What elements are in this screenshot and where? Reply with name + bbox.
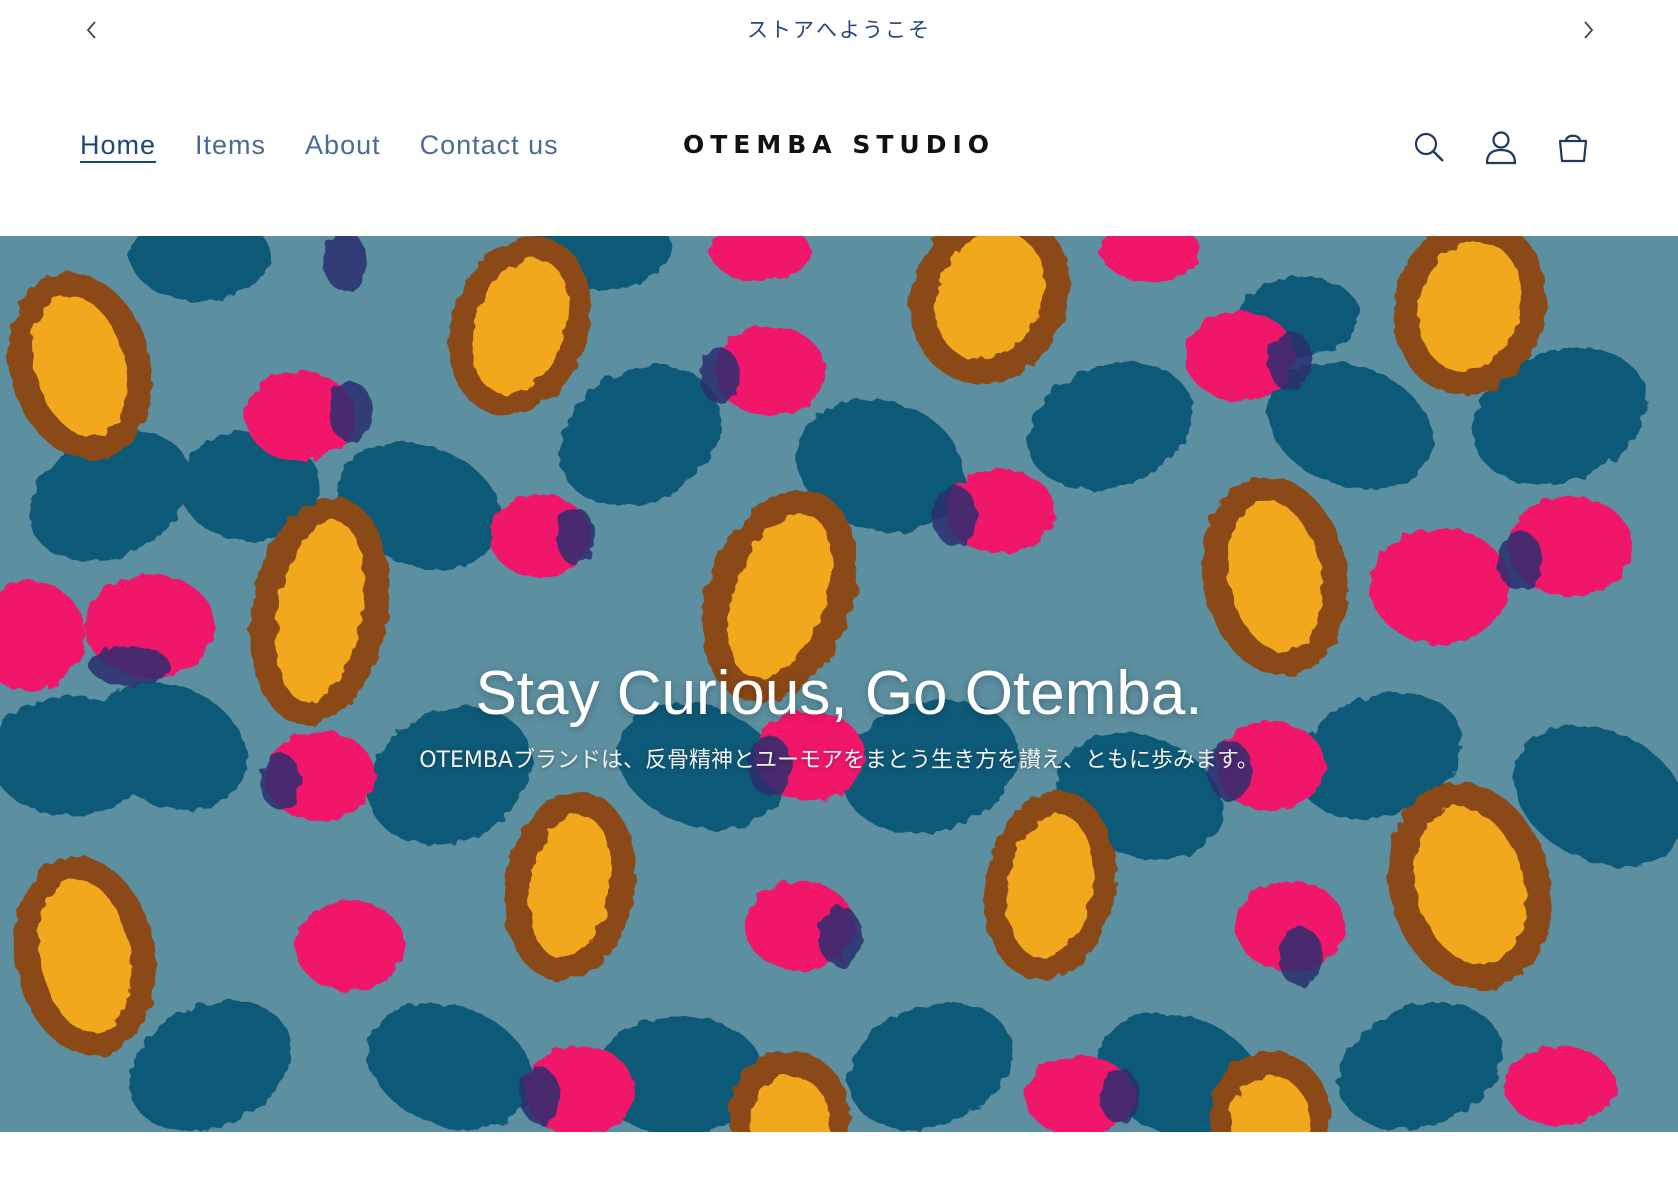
cart-icon bbox=[1558, 134, 1588, 163]
account-button[interactable] bbox=[1478, 124, 1524, 170]
search-button[interactable] bbox=[1406, 124, 1452, 170]
search-icon bbox=[1414, 132, 1444, 162]
hero-banner: Stay Curious, Go Otemba. OTEMBAブランドは、反骨精… bbox=[0, 236, 1678, 1132]
announcement-next-button[interactable] bbox=[1570, 12, 1606, 48]
cart-button[interactable] bbox=[1550, 124, 1596, 170]
header-icons bbox=[1406, 124, 1596, 170]
hero-subtitle: OTEMBAブランドは、反骨精神とユーモアをまとう生き方を讃え、ともに歩みます。 bbox=[419, 748, 1259, 773]
hero-title: Stay Curious, Go Otemba. bbox=[475, 658, 1203, 728]
site-header: Home Items About Contact us OTEMBA STUDI… bbox=[0, 58, 1678, 236]
account-icon bbox=[1485, 131, 1517, 165]
announcement-text: ストアへようこそ bbox=[747, 18, 931, 42]
chevron-right-icon bbox=[1584, 21, 1594, 39]
announcement-bar: ストアへようこそ bbox=[0, 0, 1678, 58]
